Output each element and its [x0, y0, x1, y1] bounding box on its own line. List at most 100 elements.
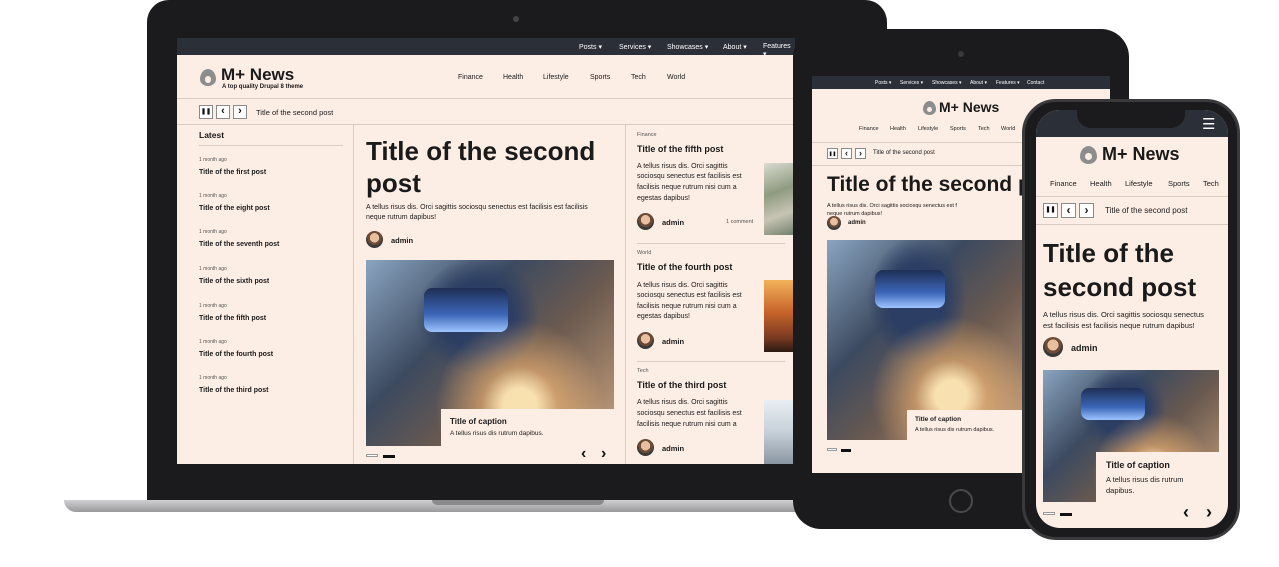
cat-tech[interactable]: Tech	[1203, 179, 1219, 188]
feature-image[interactable]: Title of caption A tellus risus dis rutr…	[366, 260, 614, 446]
latest-title[interactable]: Title of the eight post	[199, 205, 270, 212]
feature-title[interactable]: Title of the second p	[827, 173, 1031, 197]
cat-finance[interactable]: Finance	[859, 126, 879, 132]
post-excerpt-line: A tellus risus dis. Orci sagittis	[637, 163, 728, 170]
cat-sports[interactable]: Sports	[950, 126, 966, 132]
caption-text: A tellus risus dis rutrum dapibus.	[450, 430, 544, 437]
site-logo[interactable]: M+ News	[1102, 144, 1180, 165]
post-comments[interactable]: 1 comment	[726, 219, 753, 225]
cat-world[interactable]: World	[1001, 126, 1015, 132]
header-divider	[177, 98, 795, 99]
menu-icon[interactable]: ☰	[1202, 115, 1215, 133]
latest-time: 1 month ago	[199, 157, 227, 163]
nav-about[interactable]: About	[970, 80, 987, 86]
slider-dot-active[interactable]	[1060, 513, 1072, 516]
ticker-pause-button[interactable]: ❚❚	[1043, 203, 1058, 218]
post-category[interactable]: Tech	[637, 368, 649, 374]
ticker-prev-button[interactable]: ‹	[216, 105, 230, 119]
caption-title: Title of caption	[1106, 460, 1170, 470]
latest-title[interactable]: Title of the fifth post	[199, 315, 266, 322]
site-logo[interactable]: M+ News	[939, 99, 999, 115]
ticker-next-button[interactable]: ›	[855, 148, 866, 159]
nav-showcases[interactable]: Showcases	[932, 80, 961, 86]
cat-sports[interactable]: Sports	[590, 74, 610, 81]
post-title[interactable]: Title of the third post	[637, 380, 726, 390]
slider-dot-inactive[interactable]	[827, 448, 837, 451]
cat-lifestyle[interactable]: Lifestyle	[918, 126, 938, 132]
post-author[interactable]: admin	[662, 337, 684, 346]
caption-box: Title of caption A tellus risus dis rutr…	[1096, 452, 1219, 502]
latest-time: 1 month ago	[199, 339, 227, 345]
slider-next-button[interactable]: ›	[601, 445, 606, 463]
latest-title[interactable]: Title of the first post	[199, 169, 266, 176]
cat-health[interactable]: Health	[890, 126, 906, 132]
latest-title[interactable]: Title of the seventh post	[199, 241, 279, 248]
feature-image[interactable]: Title of caption A tellus risus dis rutr…	[827, 240, 1027, 440]
feature-title-line1[interactable]: Title of the second	[366, 136, 595, 166]
cat-finance[interactable]: Finance	[458, 74, 483, 81]
nav-showcases[interactable]: Showcases	[667, 43, 708, 51]
post-category[interactable]: World	[637, 250, 651, 256]
author-name[interactable]: admin	[391, 236, 413, 245]
slider-dot-inactive[interactable]	[1043, 512, 1055, 515]
feature-image[interactable]: Title of caption A tellus risus dis rutr…	[1043, 370, 1219, 502]
author-name[interactable]: admin	[1071, 343, 1098, 353]
cat-health[interactable]: Health	[1090, 179, 1112, 188]
cat-tech[interactable]: Tech	[978, 126, 990, 132]
slider-prev-button[interactable]: ‹	[1183, 502, 1189, 523]
nav-posts[interactable]: Posts	[579, 43, 602, 51]
caption-title: Title of caption	[915, 416, 962, 423]
latest-title[interactable]: Title of the sixth post	[199, 278, 269, 285]
author-avatar	[366, 231, 383, 248]
author-avatar	[637, 213, 654, 230]
author-name[interactable]: admin	[848, 220, 866, 226]
cat-tech[interactable]: Tech	[631, 74, 646, 81]
ticker-pause-button[interactable]: ❚❚	[199, 105, 213, 119]
nav-contact[interactable]: Contact	[1027, 80, 1044, 86]
world-thumbnail[interactable]	[764, 280, 795, 352]
latest-title[interactable]: Title of the third post	[199, 387, 268, 394]
ticker-next-button[interactable]: ›	[1079, 203, 1094, 218]
cat-health[interactable]: Health	[503, 74, 523, 81]
post-author[interactable]: admin	[662, 218, 684, 227]
slider-prev-button[interactable]: ‹	[581, 445, 586, 463]
nav-features[interactable]: Features	[763, 43, 795, 58]
ticker-prev-button[interactable]: ‹	[1061, 203, 1076, 218]
ticker-title[interactable]: Title of the second post	[256, 108, 333, 117]
feature-title-line2[interactable]: second post	[1043, 270, 1196, 304]
post-title[interactable]: Title of the fifth post	[637, 144, 723, 154]
tablet-camera	[958, 51, 964, 57]
vr-headset-image	[424, 288, 508, 332]
latest-time: 1 month ago	[199, 266, 227, 272]
nav-services[interactable]: Services	[900, 80, 923, 86]
post-author[interactable]: admin	[662, 444, 684, 453]
tech-thumbnail[interactable]	[764, 400, 795, 464]
ticker-pause-button[interactable]: ❚❚	[827, 148, 838, 159]
cat-world[interactable]: World	[667, 74, 685, 81]
nav-posts[interactable]: Posts	[875, 80, 891, 86]
nav-about[interactable]: About	[723, 43, 747, 51]
ticker-title[interactable]: Title of the second post	[873, 150, 935, 156]
feature-title-line2[interactable]: post	[366, 168, 421, 198]
post-title[interactable]: Title of the fourth post	[637, 262, 732, 272]
cat-sports[interactable]: Sports	[1168, 179, 1190, 188]
nav-features[interactable]: Features	[996, 80, 1020, 86]
post-category[interactable]: Finance	[637, 132, 657, 138]
slider-dot-inactive[interactable]	[366, 454, 378, 457]
slider-next-button[interactable]: ›	[1206, 502, 1212, 523]
caption-text: A tellus risus dis rutrum dapibus.	[915, 427, 995, 433]
ticker-title[interactable]: Title of the second post	[1105, 206, 1187, 215]
cat-lifestyle[interactable]: Lifestyle	[543, 74, 569, 81]
feature-title-line1[interactable]: Title of the	[1043, 236, 1174, 270]
cat-lifestyle[interactable]: Lifestyle	[1125, 179, 1153, 188]
slider-dot-active[interactable]	[841, 449, 851, 452]
latest-title[interactable]: Title of the fourth post	[199, 351, 273, 358]
ticker-next-button[interactable]: ›	[233, 105, 247, 119]
slider-dot-active[interactable]	[383, 455, 395, 458]
nav-services[interactable]: Services	[619, 43, 651, 51]
site-logo[interactable]: M+ News	[221, 65, 294, 85]
finance-thumbnail[interactable]	[764, 163, 795, 235]
tablet-home-button[interactable]	[949, 489, 973, 513]
cat-finance[interactable]: Finance	[1050, 179, 1077, 188]
ticker-prev-button[interactable]: ‹	[841, 148, 852, 159]
